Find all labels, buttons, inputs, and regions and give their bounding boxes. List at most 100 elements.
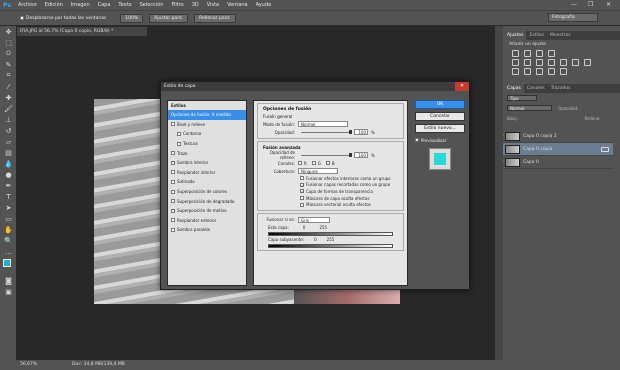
more-tools-icon[interactable]: …: [0, 246, 17, 257]
menu-filtro[interactable]: Filtro: [167, 0, 187, 10]
style-checkbox[interactable]: [171, 218, 175, 223]
layer-row-selected[interactable]: 👁 Capa 0 copia: [496, 143, 613, 156]
type-tool-icon[interactable]: T: [0, 191, 17, 202]
vibrance-adjust-icon[interactable]: [512, 59, 519, 66]
style-checkbox[interactable]: [171, 122, 175, 127]
workspace-select[interactable]: Fotografía: [548, 13, 598, 22]
style-checkbox[interactable]: [171, 151, 175, 156]
style-color-overlay[interactable]: Superposición de colores: [168, 187, 246, 197]
dodge-tool-icon[interactable]: ●: [0, 169, 17, 180]
marquee-tool-icon[interactable]: ⬚: [0, 37, 17, 48]
healing-tool-icon[interactable]: ✚: [0, 92, 17, 103]
hand-tool-icon[interactable]: ✋: [0, 224, 17, 235]
quick-select-tool-icon[interactable]: ✎: [0, 59, 17, 70]
black-white-adjust-icon[interactable]: [548, 59, 555, 66]
scroll-all-checkbox[interactable]: [20, 16, 24, 20]
channel-b-checkbox[interactable]: [325, 161, 330, 165]
close-window-button[interactable]: ✕: [606, 0, 611, 10]
brush-tool-icon[interactable]: 🖌: [0, 103, 17, 114]
underlying-layer-gradient-slider[interactable]: [268, 243, 393, 248]
zoom-100-button[interactable]: 100%: [120, 13, 144, 23]
style-checkbox[interactable]: [171, 208, 175, 213]
cancel-button[interactable]: Cancelar: [415, 112, 465, 121]
menu-ayuda[interactable]: Ayuda: [252, 0, 275, 10]
style-checkbox[interactable]: [177, 131, 181, 136]
fill-opacity-input[interactable]: 100: [354, 152, 368, 158]
menu-3d[interactable]: 3D: [188, 0, 203, 10]
invert-adjust-icon[interactable]: [512, 68, 519, 75]
document-tab[interactable]: IFIA.JPG al 56,7% (Capa 0 copia, RGB/8) …: [17, 27, 147, 36]
adv-option-row[interactable]: Máscara vectorial oculta efectos: [260, 201, 401, 208]
option-checkbox-checked[interactable]: ✓: [300, 189, 304, 194]
close-dialog-button[interactable]: ✕: [455, 82, 469, 91]
option-checkbox[interactable]: [300, 176, 304, 181]
style-pattern-overlay[interactable]: Superposición de motivo: [168, 206, 246, 216]
option-checkbox[interactable]: [300, 196, 304, 201]
layer-effects-icon[interactable]: [601, 146, 609, 152]
eraser-tool-icon[interactable]: ▱: [0, 136, 17, 147]
slider-knob[interactable]: [349, 152, 352, 157]
new-style-button[interactable]: Estilo nuevo...: [415, 124, 465, 133]
crop-tool-icon[interactable]: ⌗: [0, 70, 17, 81]
levels-adjust-icon[interactable]: [524, 50, 531, 57]
channel-r-checkbox[interactable]: [298, 161, 302, 165]
menu-seleccion[interactable]: Selección: [136, 0, 168, 10]
style-checkbox[interactable]: [177, 141, 181, 146]
channel-g-checkbox[interactable]: [311, 161, 316, 165]
exposure-adjust-icon[interactable]: [548, 50, 555, 57]
blend-if-select[interactable]: Gris: [298, 216, 330, 223]
quick-mask-icon[interactable]: ◙: [0, 275, 17, 286]
move-tool-icon[interactable]: ✥: [0, 26, 17, 37]
style-contour[interactable]: Contorno: [168, 129, 246, 139]
brightness-adjust-icon[interactable]: [512, 50, 519, 57]
curves-adjust-icon[interactable]: [536, 50, 543, 57]
gradient-tool-icon[interactable]: ▤: [0, 147, 17, 158]
minimize-button[interactable]: —: [571, 0, 577, 10]
path-select-tool-icon[interactable]: ➤: [0, 202, 17, 213]
style-outer-glow[interactable]: Resplandor exterior: [168, 216, 246, 226]
opacity-input[interactable]: 100: [354, 129, 368, 135]
ok-button[interactable]: OK: [415, 100, 465, 109]
gradient-map-adjust-icon[interactable]: [560, 68, 567, 75]
tab-ajustes[interactable]: Ajustes: [504, 31, 527, 40]
fill-opacity-slider[interactable]: [301, 152, 352, 157]
photo-filter-adjust-icon[interactable]: [560, 59, 567, 66]
adv-option-row[interactable]: Fusionar efectos interiores como un grup…: [260, 175, 401, 182]
channel-mixer-adjust-icon[interactable]: [572, 59, 579, 66]
menu-edicion[interactable]: Edición: [41, 0, 67, 10]
stamp-tool-icon[interactable]: ⊥: [0, 114, 17, 125]
layer-row[interactable]: 👁 Capa 0 copia 2: [496, 130, 613, 143]
dialog-title-bar[interactable]: Estilo de capa ✕: [161, 82, 469, 91]
style-checkbox[interactable]: [171, 160, 175, 165]
style-checkbox[interactable]: [171, 179, 175, 184]
option-checkbox-checked[interactable]: ✓: [300, 182, 304, 187]
selective-color-adjust-icon[interactable]: [548, 68, 555, 75]
tab-muestras[interactable]: Muestras: [547, 31, 574, 40]
layer-row[interactable]: 👁 Capa 0: [496, 156, 613, 169]
color-balance-adjust-icon[interactable]: [536, 59, 543, 66]
blend-mode-select[interactable]: Normal: [298, 121, 348, 127]
threshold-adjust-icon[interactable]: [536, 68, 543, 75]
style-checkbox[interactable]: [171, 199, 175, 204]
menu-vista[interactable]: Vista: [203, 0, 223, 10]
adv-option-row[interactable]: Máscara de capa oculta efectos: [260, 195, 401, 202]
slider-knob[interactable]: [349, 129, 352, 134]
menu-ventana[interactable]: Ventana: [223, 0, 252, 10]
tab-trazados[interactable]: Trazados: [548, 84, 574, 93]
style-satin[interactable]: Satinado: [168, 177, 246, 187]
menu-capa[interactable]: Capa: [94, 0, 115, 10]
layer-name[interactable]: Capa 0 copia 2: [523, 134, 557, 139]
menu-texto[interactable]: Texto: [114, 0, 135, 10]
foreground-color-swatch[interactable]: [3, 259, 11, 267]
opacity-slider[interactable]: [301, 129, 352, 134]
style-inner-shadow[interactable]: Sombra interior: [168, 158, 246, 168]
pen-tool-icon[interactable]: ✒: [0, 180, 17, 191]
blur-tool-icon[interactable]: 💧: [0, 158, 17, 169]
adv-option-row[interactable]: ✓ Capa de formas de transparencia: [260, 188, 401, 195]
posterize-adjust-icon[interactable]: [524, 68, 531, 75]
layer-filter-select[interactable]: Tipo: [507, 95, 537, 101]
tab-capas[interactable]: Capas: [504, 84, 524, 93]
style-stroke[interactable]: Trazo: [168, 148, 246, 158]
history-brush-tool-icon[interactable]: ↺: [0, 125, 17, 136]
preview-checkbox[interactable]: ✓: [415, 138, 419, 143]
